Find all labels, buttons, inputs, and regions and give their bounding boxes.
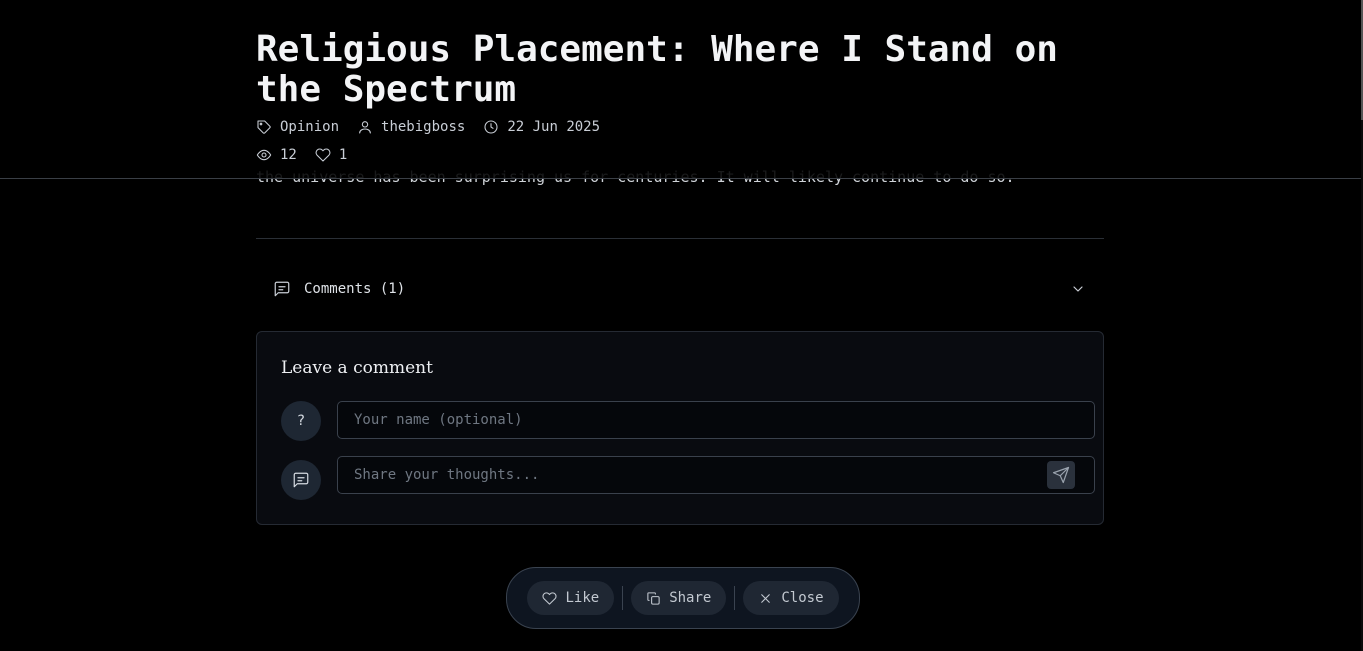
tag-icon — [257, 120, 271, 134]
copy-icon — [647, 591, 660, 605]
publish-date: 22 Jun 2025 — [507, 119, 601, 135]
send-icon — [1052, 466, 1070, 484]
clock-icon — [484, 120, 498, 134]
share-button[interactable]: Share — [631, 581, 727, 615]
date-meta: 22 Jun 2025 — [483, 119, 600, 135]
name-input[interactable] — [337, 401, 1095, 439]
eye-icon — [256, 149, 272, 161]
like-button[interactable]: Like — [527, 581, 615, 615]
like-label: Like — [565, 590, 600, 606]
action-separator — [622, 586, 624, 610]
likes-value: 1 — [338, 147, 348, 163]
category-meta[interactable]: Opinion — [256, 119, 339, 135]
heart-icon — [542, 591, 558, 605]
author-name: thebigboss — [381, 119, 466, 135]
likes-count: 1 — [315, 147, 347, 163]
heart-icon — [315, 148, 331, 162]
views-value: 12 — [280, 147, 297, 163]
page-title: Religious Placement: Where I Stand on th… — [256, 29, 1058, 110]
user-icon — [359, 121, 371, 134]
article-meta: Opinion thebigboss 22 Jun 2025 — [256, 119, 618, 135]
message-avatar — [281, 460, 321, 500]
action-bar: Like Share Close — [506, 567, 860, 629]
avatar-placeholder: ? — [296, 413, 306, 429]
author-meta[interactable]: thebigboss — [357, 119, 465, 135]
message-square-icon — [274, 281, 290, 297]
comment-form-title: Leave a comment — [281, 358, 433, 378]
views-count: 12 — [256, 147, 297, 163]
share-label: Share — [669, 590, 712, 606]
close-button[interactable]: Close — [743, 581, 839, 615]
comments-toggle[interactable]: Comments (1) — [256, 270, 1104, 308]
close-label: Close — [781, 590, 824, 606]
article-stats: 12 1 — [256, 147, 365, 163]
comments-label: Comments (1) — [304, 281, 406, 297]
comment-form: Leave a comment ? — [256, 331, 1104, 525]
article-header: Religious Placement: Where I Stand on th… — [0, 0, 1361, 179]
avatar: ? — [281, 401, 321, 441]
message-square-icon — [293, 472, 309, 488]
comment-input[interactable] — [337, 456, 1095, 494]
send-button[interactable] — [1047, 461, 1075, 489]
section-divider — [256, 238, 1104, 239]
category-label: Opinion — [280, 119, 340, 135]
chevron-down-icon[interactable] — [1070, 281, 1086, 297]
close-icon — [761, 593, 771, 603]
action-separator — [734, 586, 736, 610]
